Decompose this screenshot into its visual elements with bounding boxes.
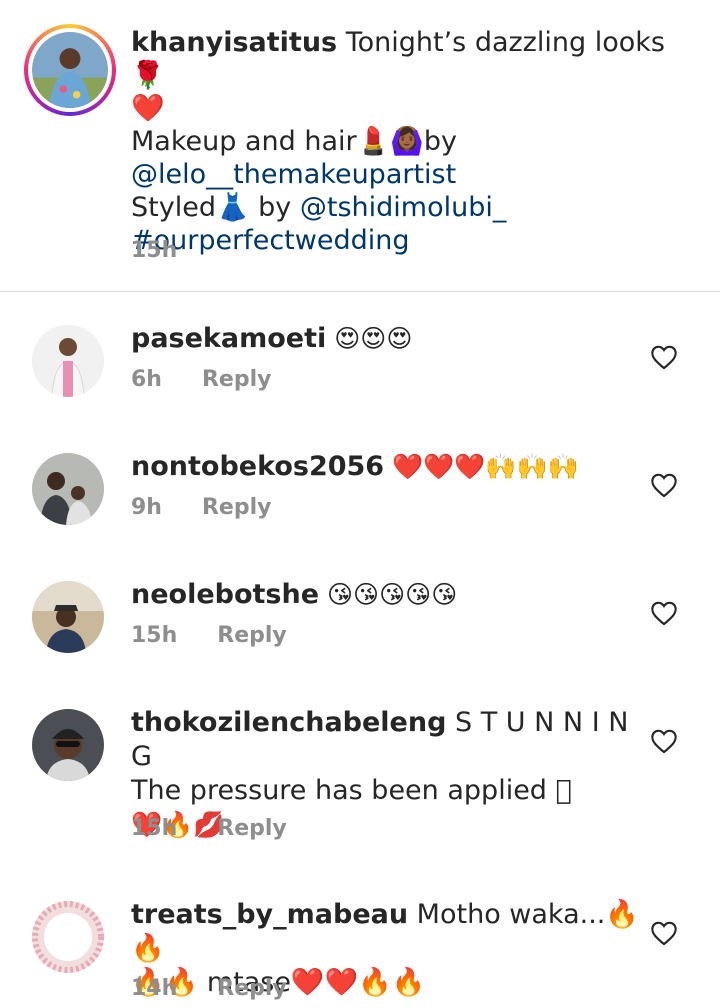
comment-avatar[interactable] (32, 901, 104, 973)
comment-avatar[interactable] (32, 325, 104, 397)
comment-text: pasekamoeti 😍😍😍 (131, 322, 651, 356)
mention-link-makeup[interactable]: @lelo__themakeupartist (131, 158, 691, 191)
comment-message: 😘😘😘😘😘 (319, 580, 458, 609)
reply-button[interactable]: Reply (217, 976, 287, 1001)
comment-avatar[interactable] (32, 581, 104, 653)
comment-message: 😍😍😍 (326, 324, 413, 353)
comment-username[interactable]: treats_by_mabeau (131, 899, 408, 930)
caption-text-line3: Makeup and hair💄🙆🏾‍♀️by (131, 126, 457, 157)
caption-avatar[interactable] (32, 32, 108, 108)
caption-text: khanyisatitus Tonight’s dazzling looks 🌹… (131, 26, 691, 257)
comment-meta: 6h Reply (131, 367, 271, 392)
reply-button[interactable]: Reply (202, 367, 272, 392)
comment-meta: 9h Reply (131, 495, 271, 520)
caption-text-line2: ❤️ (131, 93, 165, 124)
comment-username[interactable]: thokozilenchabeleng (131, 707, 446, 738)
comment-meta: 15h Reply (131, 623, 287, 648)
hashtag-link[interactable]: #ourperfectwedding (131, 224, 691, 257)
post-caption: khanyisatitus Tonight’s dazzling looks 🌹… (0, 0, 720, 292)
heart-outline-icon[interactable] (650, 344, 678, 370)
comment-timestamp: 9h (131, 495, 162, 520)
comment-timestamp: 6h (131, 367, 162, 392)
comment-timestamp: 15h (131, 623, 178, 648)
caption-avatar-story-ring[interactable] (24, 24, 116, 116)
reply-button[interactable]: Reply (217, 623, 287, 648)
comment-text: nontobekos2056 ❤️❤️❤️🙌🙌🙌 (131, 450, 651, 484)
caption-text-line5: Styled👗 by (131, 192, 300, 223)
reply-button[interactable]: Reply (217, 816, 287, 841)
comment-meta: 14h Reply (131, 976, 287, 1001)
caption-timestamp: 15h (131, 238, 178, 263)
comment-username[interactable]: nontobekos2056 (131, 451, 384, 482)
comment-username[interactable]: pasekamoeti (131, 323, 326, 354)
comment-message-line2: The pressure has been applied 🏾 (131, 775, 572, 806)
heart-outline-icon[interactable] (650, 728, 678, 754)
comment-avatar[interactable] (32, 709, 104, 781)
heart-outline-icon[interactable] (650, 920, 678, 946)
comment-text: neolebotshe 😘😘😘😘😘 (131, 578, 651, 612)
heart-outline-icon[interactable] (650, 472, 678, 498)
mention-link-stylist[interactable]: @tshidimolubi_ (300, 192, 506, 223)
comment-username[interactable]: neolebotshe (131, 579, 319, 610)
heart-outline-icon[interactable] (650, 600, 678, 626)
reply-button[interactable]: Reply (202, 495, 272, 520)
comment-meta: 15h Reply (131, 816, 287, 841)
comment-timestamp: 15h (131, 816, 178, 841)
comment-avatar[interactable] (32, 453, 104, 525)
comment-message: ❤️❤️❤️🙌🙌🙌 (384, 452, 579, 481)
caption-username[interactable]: khanyisatitus (131, 27, 337, 58)
comment-timestamp: 14h (131, 976, 178, 1001)
